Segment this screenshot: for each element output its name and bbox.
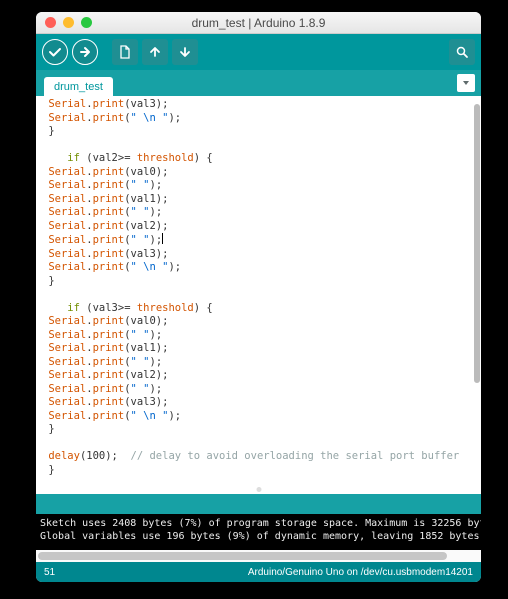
serial-monitor-button[interactable] (449, 39, 475, 65)
tabbar: drum_test (36, 70, 481, 96)
arrow-right-icon (78, 45, 92, 59)
editor-area: Serial.print(val3); Serial.print(" \n ")… (36, 96, 481, 494)
status-bar: 51 Arduino/Genuino Uno on /dev/cu.usbmod… (36, 562, 481, 582)
console-output[interactable]: Sketch uses 2408 bytes (7%) of program s… (36, 514, 481, 550)
console-line: Sketch uses 2408 bytes (7%) of program s… (40, 518, 481, 529)
chevron-down-icon (461, 78, 471, 88)
magnifier-icon (455, 45, 469, 59)
new-button[interactable] (112, 39, 138, 65)
verify-button[interactable] (42, 39, 68, 65)
arrow-up-icon (148, 45, 162, 59)
code-editor[interactable]: Serial.print(val3); Serial.print(" \n ")… (36, 96, 471, 494)
save-button[interactable] (172, 39, 198, 65)
file-icon (118, 45, 132, 59)
check-icon (48, 45, 62, 59)
tab-sketch[interactable]: drum_test (44, 77, 113, 96)
upload-button[interactable] (72, 39, 98, 65)
horizontal-scrollbar[interactable] (38, 552, 447, 560)
status-line-number: 51 (44, 567, 55, 578)
toolbar (36, 34, 481, 70)
arrow-down-icon (178, 45, 192, 59)
vertical-scrollbar[interactable] (474, 104, 480, 383)
app-window: drum_test | Arduino 1.8.9 drum_test Seri… (36, 12, 481, 582)
message-bar (36, 494, 481, 514)
console-line: Global variables use 196 bytes (9%) of d… (40, 531, 481, 542)
window-title: drum_test | Arduino 1.8.9 (36, 16, 481, 30)
open-button[interactable] (142, 39, 168, 65)
tab-menu-button[interactable] (457, 74, 475, 92)
status-board: Arduino/Genuino Uno on /dev/cu.usbmodem1… (248, 567, 473, 578)
horizontal-scroll-track (36, 550, 481, 562)
titlebar: drum_test | Arduino 1.8.9 (36, 12, 481, 34)
splitter-handle[interactable] (256, 487, 261, 492)
